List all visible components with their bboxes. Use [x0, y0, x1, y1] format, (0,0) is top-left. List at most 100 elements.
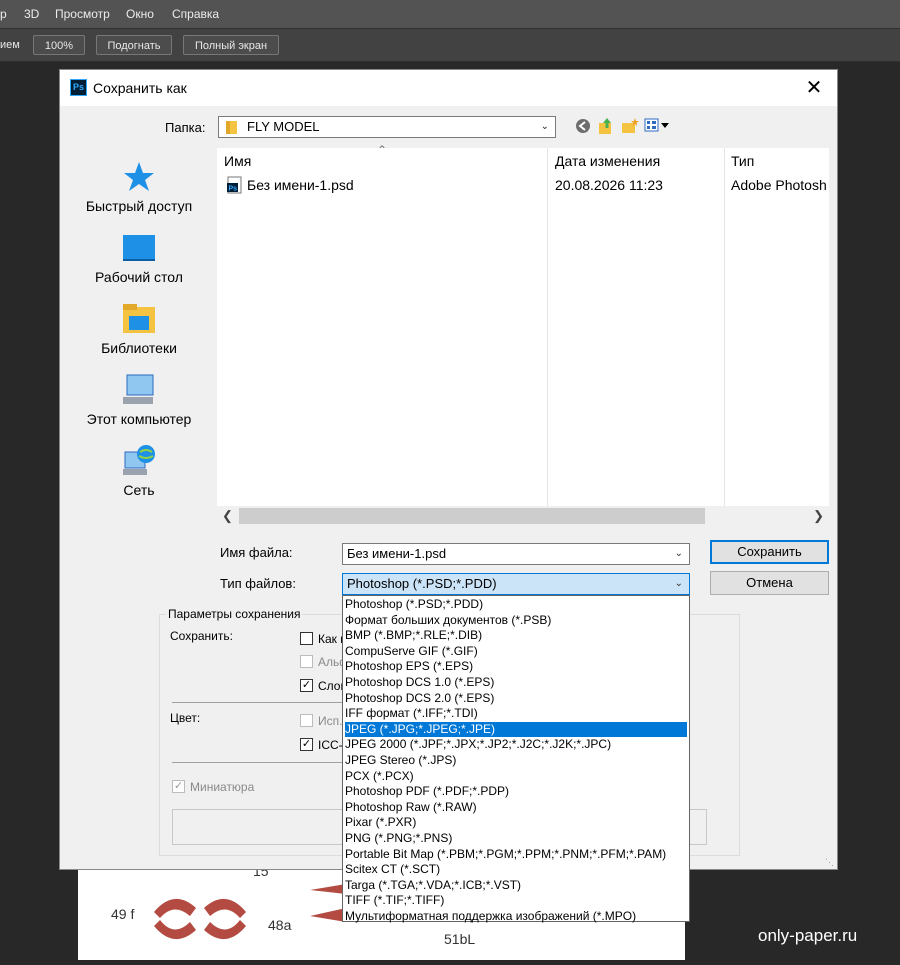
cancel-button[interactable]: Отмена	[710, 571, 829, 595]
libraries-icon	[123, 304, 155, 333]
place-network[interactable]: Сеть	[69, 444, 209, 504]
up-folder-icon[interactable]	[598, 117, 614, 135]
app-menubar: р 3D Просмотр Окно Справка	[0, 0, 900, 28]
column-separator	[724, 148, 725, 508]
place-label: Сеть	[123, 482, 155, 498]
paper-part-shape	[204, 920, 246, 940]
place-label: Этот компьютер	[86, 411, 192, 427]
close-button[interactable]: ✕	[791, 70, 837, 106]
desktop-icon	[123, 235, 155, 261]
thumbnail-label: Миниатюра	[190, 780, 255, 794]
filetype-option[interactable]: Мультиформатная поддержка изображений (*…	[345, 909, 687, 925]
filetype-dropdown-list[interactable]: Photoshop (*.PSD;*.PDD) Формат больших до…	[342, 595, 690, 925]
place-label: Рабочий стол	[95, 269, 183, 285]
options-label: ием	[0, 39, 20, 51]
dialog-titlebar[interactable]: Ps Сохранить как ✕	[60, 70, 837, 106]
filetype-option[interactable]: CompuServe GIF (*.GIF)	[345, 644, 687, 660]
filetype-option[interactable]: BMP (*.BMP;*.RLE;*.DIB)	[345, 628, 687, 644]
use-proof-label: Исп.	[318, 714, 343, 728]
folder-label: Папка:	[165, 120, 206, 135]
place-this-pc[interactable]: Этот компьютер	[69, 373, 209, 433]
filetype-option[interactable]: Photoshop (*.PSD;*.PDD)	[345, 597, 687, 613]
save-button[interactable]: Сохранить	[710, 540, 829, 564]
scroll-right-icon[interactable]: ❯	[813, 508, 824, 524]
filetype-option[interactable]: Формат больших документов (*.PSB)	[345, 613, 687, 629]
menu-item-window[interactable]: Окно	[126, 7, 154, 21]
filetype-option[interactable]: JPEG 2000 (*.JPF;*.JPX;*.JP2;*.J2C;*.J2K…	[345, 737, 687, 753]
paper-part-shape	[204, 898, 246, 918]
filetype-option[interactable]: Photoshop Raw (*.RAW)	[345, 800, 687, 816]
folder-icon	[226, 121, 237, 134]
divider	[172, 702, 342, 703]
full-screen-button[interactable]: Полный экран	[183, 35, 279, 55]
filetype-option[interactable]: IFF формат (*.IFF;*.TDI)	[345, 706, 687, 722]
place-libraries[interactable]: Библиотеки	[69, 302, 209, 362]
file-name-cell: Без имени-1.psd	[247, 177, 354, 193]
fit-screen-button[interactable]: Подогнать	[96, 35, 172, 55]
alpha-checkbox	[300, 655, 313, 668]
file-date-cell: 20.08.2026 11:23	[555, 177, 663, 193]
canvas-label-49f: 49 f	[111, 906, 134, 922]
paper-part-shape	[154, 898, 196, 918]
filetype-option[interactable]: TIFF (*.TIF;*.TIFF)	[345, 893, 687, 909]
filetype-option[interactable]: Photoshop DCS 2.0 (*.EPS)	[345, 691, 687, 707]
filetype-option[interactable]: Targa (*.TGA;*.VDA;*.ICB;*.VST)	[345, 878, 687, 894]
column-header-name[interactable]: Имя	[224, 153, 251, 169]
menu-item-help[interactable]: Справка	[172, 7, 219, 21]
filetype-select[interactable]: Photoshop (*.PSD;*.PDD) ⌄	[342, 573, 690, 595]
watermark-text: only-paper.ru	[758, 926, 858, 945]
options-bar: ием 100% Подогнать Полный экран	[0, 28, 900, 62]
new-folder-icon[interactable]	[621, 117, 639, 135]
filetype-option[interactable]: Photoshop EPS (*.EPS)	[345, 659, 687, 675]
file-list[interactable]: ⌃ Имя Дата изменения Тип Ps Без имени-1.…	[217, 143, 829, 526]
filetype-option[interactable]: PNG (*.PNG;*.PNS)	[345, 831, 687, 847]
filetype-option[interactable]: Scitex CT (*.SCT)	[345, 862, 687, 878]
filetype-option[interactable]: Pixar (*.PXR)	[345, 815, 687, 831]
filetype-option[interactable]: JPEG (*.JPG;*.JPEG;*.JPE)	[345, 721, 687, 738]
back-icon[interactable]	[575, 118, 591, 134]
thumbnail-checkbox: ✓	[172, 780, 185, 793]
filetype-option[interactable]: JPEG Stereo (*.JPS)	[345, 753, 687, 769]
place-quick-access[interactable]: Быстрый доступ	[69, 160, 209, 220]
layers-checkbox[interactable]: ✓	[300, 679, 313, 692]
column-header-type[interactable]: Тип	[731, 153, 754, 169]
network-icon	[123, 445, 155, 475]
icc-profile-checkbox[interactable]: ✓	[300, 738, 313, 751]
scroll-left-icon[interactable]: ❮	[222, 508, 233, 524]
folder-combo[interactable]: FLY MODEL ⌄	[218, 116, 556, 138]
filetype-value: Photoshop (*.PSD;*.PDD)	[347, 576, 497, 591]
file-row[interactable]: Ps Без имени-1.psd 20.08.2026 11:23 Adob…	[217, 175, 829, 197]
computer-icon	[123, 374, 154, 404]
menu-item-layer[interactable]: р	[0, 7, 7, 21]
scrollbar-thumb[interactable]	[239, 508, 705, 524]
place-desktop[interactable]: Рабочий стол	[69, 231, 209, 291]
filetype-option[interactable]: Portable Bit Map (*.PBM;*.PGM;*.PPM;*.PN…	[345, 847, 687, 863]
dialog-title: Сохранить как	[93, 80, 187, 96]
chevron-down-icon[interactable]: ⌄	[675, 544, 683, 564]
color-section-label: Цвет:	[170, 711, 201, 725]
chevron-down-icon[interactable]: ⌄	[675, 574, 683, 594]
place-label: Библиотеки	[101, 340, 177, 356]
view-menu-icon[interactable]	[644, 118, 672, 134]
sort-up-icon: ⌃	[377, 143, 388, 157]
chevron-down-icon: ⌄	[540, 121, 549, 132]
psd-icon-text: Ps	[229, 186, 238, 193]
paper-part-shape	[154, 920, 196, 940]
paper-part-shape	[310, 908, 346, 922]
resize-grip-icon[interactable]: ⋱	[825, 857, 835, 867]
photoshop-app-icon: Ps	[70, 79, 87, 96]
zoom-100-button[interactable]: 100%	[33, 35, 85, 55]
place-label: Быстрый доступ	[85, 198, 193, 214]
filetype-label: Тип файлов:	[220, 576, 296, 591]
menu-item-view[interactable]: Просмотр	[55, 7, 110, 21]
filename-value: Без имени-1.psd	[347, 546, 447, 561]
menu-item-3d[interactable]: 3D	[24, 7, 39, 21]
filetype-option[interactable]: Photoshop DCS 1.0 (*.EPS)	[345, 675, 687, 691]
horizontal-scrollbar[interactable]: ❮ ❯	[217, 506, 829, 526]
use-proof-checkbox	[300, 714, 313, 727]
as-copy-checkbox[interactable]	[300, 632, 313, 645]
filename-input[interactable]: Без имени-1.psd ⌄	[342, 543, 690, 565]
column-header-date[interactable]: Дата изменения	[555, 153, 660, 169]
filetype-option[interactable]: Photoshop PDF (*.PDF;*.PDP)	[345, 784, 687, 800]
filetype-option[interactable]: PCX (*.PCX)	[345, 769, 687, 785]
